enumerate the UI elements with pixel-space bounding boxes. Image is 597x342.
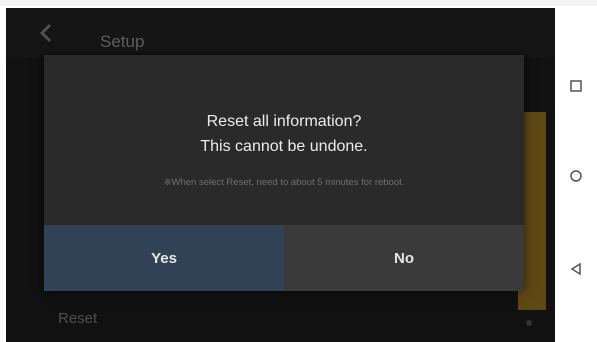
dialog-subtitle: This cannot be undone.	[200, 138, 368, 155]
android-nav-bar	[555, 8, 597, 342]
circle-home-icon[interactable]	[568, 168, 584, 184]
triangle-back-icon[interactable]	[568, 261, 584, 277]
top-border	[0, 0, 597, 6]
yes-button[interactable]: Yes	[44, 225, 284, 291]
confirm-dialog: Reset all information? This cannot be un…	[44, 55, 524, 291]
dialog-note: ※When select Reset, need to about 5 minu…	[163, 177, 405, 188]
no-button[interactable]: No	[284, 225, 524, 291]
app-screen: Setup Reset Reset all information? This …	[6, 8, 555, 342]
dialog-title: Reset all information?	[206, 113, 362, 130]
device-frame: Setup Reset Reset all information? This …	[0, 0, 597, 342]
dialog-body: Reset all information? This cannot be un…	[44, 55, 524, 225]
square-recent-icon[interactable]	[568, 78, 584, 94]
